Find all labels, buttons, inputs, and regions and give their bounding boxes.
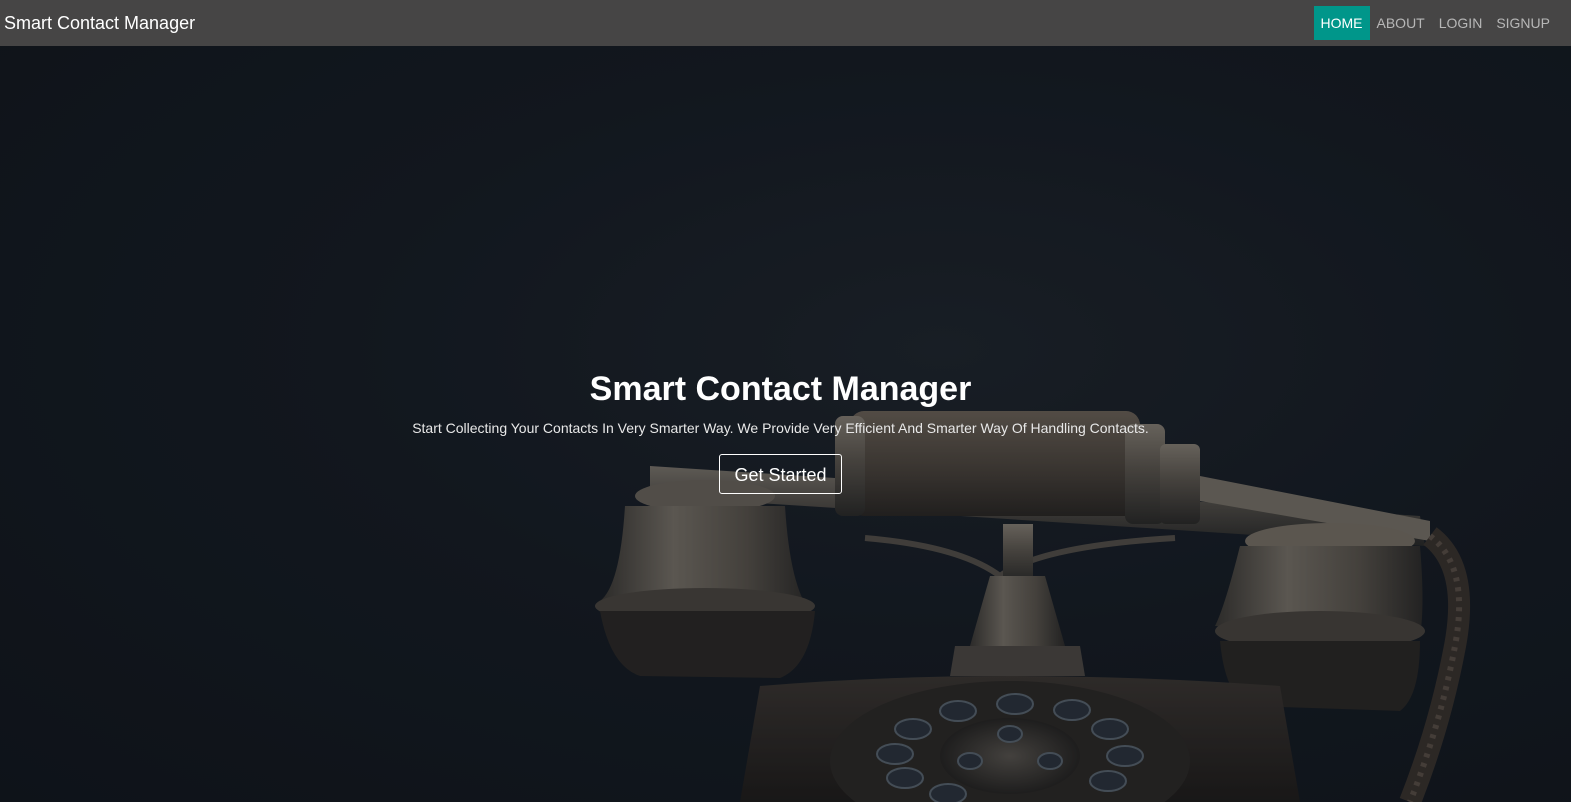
get-started-button[interactable]: Get Started — [719, 454, 842, 494]
nav-about-link[interactable]: ABOUT — [1370, 6, 1432, 40]
hero-subtitle: Start Collecting Your Contacts In Very S… — [412, 420, 1149, 436]
top-navbar: Smart Contact Manager HOME ABOUT LOGIN S… — [0, 0, 1571, 46]
hero-content: Smart Contact Manager Start Collecting Y… — [0, 366, 1561, 494]
nav-home-link[interactable]: HOME — [1313, 6, 1370, 40]
nav-login-link[interactable]: LOGIN — [1432, 6, 1490, 40]
nav-signup-link[interactable]: SIGNUP — [1489, 6, 1557, 40]
hero-title: Smart Contact Manager — [589, 370, 972, 408]
nav-links: HOME ABOUT LOGIN SIGNUP — [1313, 0, 1558, 46]
hero-section: Smart Contact Manager Start Collecting Y… — [0, 46, 1571, 802]
brand-link[interactable]: Smart Contact Manager — [4, 13, 195, 34]
